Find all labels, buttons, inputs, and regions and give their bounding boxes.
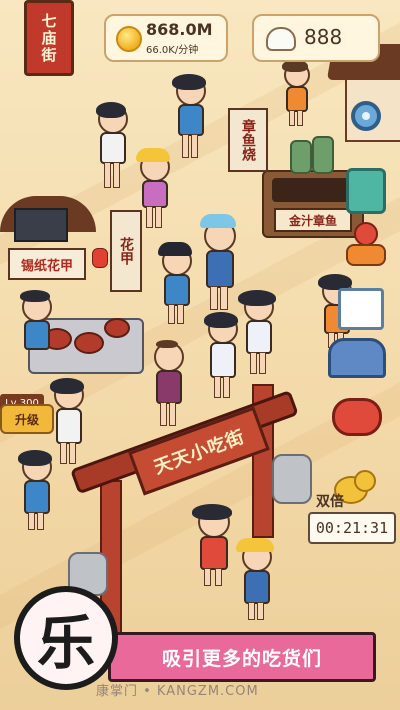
double-reward-timer: 00:21:31 (308, 512, 396, 544)
street-name-sign[interactable]: 七庙街 (24, 0, 74, 76)
lantern-icon (92, 248, 108, 268)
jar-icon (290, 140, 312, 174)
bun-icon (266, 27, 296, 51)
game-scene[interactable]: 金汁章鱼 章鱼烧 锡纸花甲 花甲 Lv 300 升级 天天小吃街 七庙街 868… (0, 0, 400, 710)
lion-dance-icon[interactable] (332, 398, 382, 436)
mailbox-icon[interactable] (328, 338, 386, 378)
octopus-sign: 金汁章鱼 (274, 208, 352, 232)
calendar-icon[interactable] (338, 288, 384, 330)
customer-figure[interactable] (236, 538, 274, 620)
octopus-griddle (272, 178, 352, 202)
customer-figure[interactable] (238, 290, 276, 374)
double-reward-label: 双倍 (316, 494, 344, 510)
customer-figure[interactable] (148, 340, 186, 426)
customer-figure[interactable] (172, 74, 206, 158)
upgrade-button[interactable]: 升级 (0, 404, 54, 434)
noodle-shop-sign: 锡纸花甲 (8, 248, 86, 280)
customer-figure[interactable] (202, 312, 240, 398)
customer-figure[interactable] (198, 214, 238, 310)
promo-slogan: 吸引更多的吃货们 (108, 632, 376, 682)
clam-pot-icon (74, 332, 104, 354)
customer-figure[interactable] (94, 102, 130, 190)
watermark-text: 康掌门 • KANGZM.COM (96, 684, 259, 699)
customer-figure[interactable] (136, 148, 172, 228)
tv-sign-icon (14, 208, 68, 242)
bun-panel[interactable]: 888 (252, 14, 380, 62)
bun-amount: 888 (304, 25, 343, 49)
lion-statue-icon (272, 454, 312, 504)
coin-amount: 868.0M (146, 20, 213, 39)
clipboard-icon[interactable] (346, 168, 386, 214)
settings-button[interactable] (346, 96, 386, 136)
coin-icon (116, 26, 142, 52)
octopus-banner: 章鱼烧 (228, 108, 268, 172)
customer-figure[interactable] (158, 242, 192, 324)
fun-badge-icon: 乐 (14, 586, 118, 690)
coin-rate: 66.0K/分钟 (146, 45, 199, 56)
customer-figure[interactable] (50, 378, 86, 464)
customer-figure[interactable] (280, 60, 310, 126)
noodle-stall-roof (0, 196, 100, 242)
settings-gear-icon (351, 101, 381, 131)
jar-icon (312, 136, 334, 174)
courier-button[interactable] (344, 222, 386, 268)
vendor-figure[interactable] (18, 290, 52, 356)
customer-figure[interactable] (192, 504, 232, 586)
customer-figure[interactable] (18, 450, 54, 530)
coin-panel[interactable]: 868.0M 66.0K/分钟 (104, 14, 228, 62)
courier-icon (354, 222, 378, 246)
clam-pot-icon (104, 318, 130, 338)
